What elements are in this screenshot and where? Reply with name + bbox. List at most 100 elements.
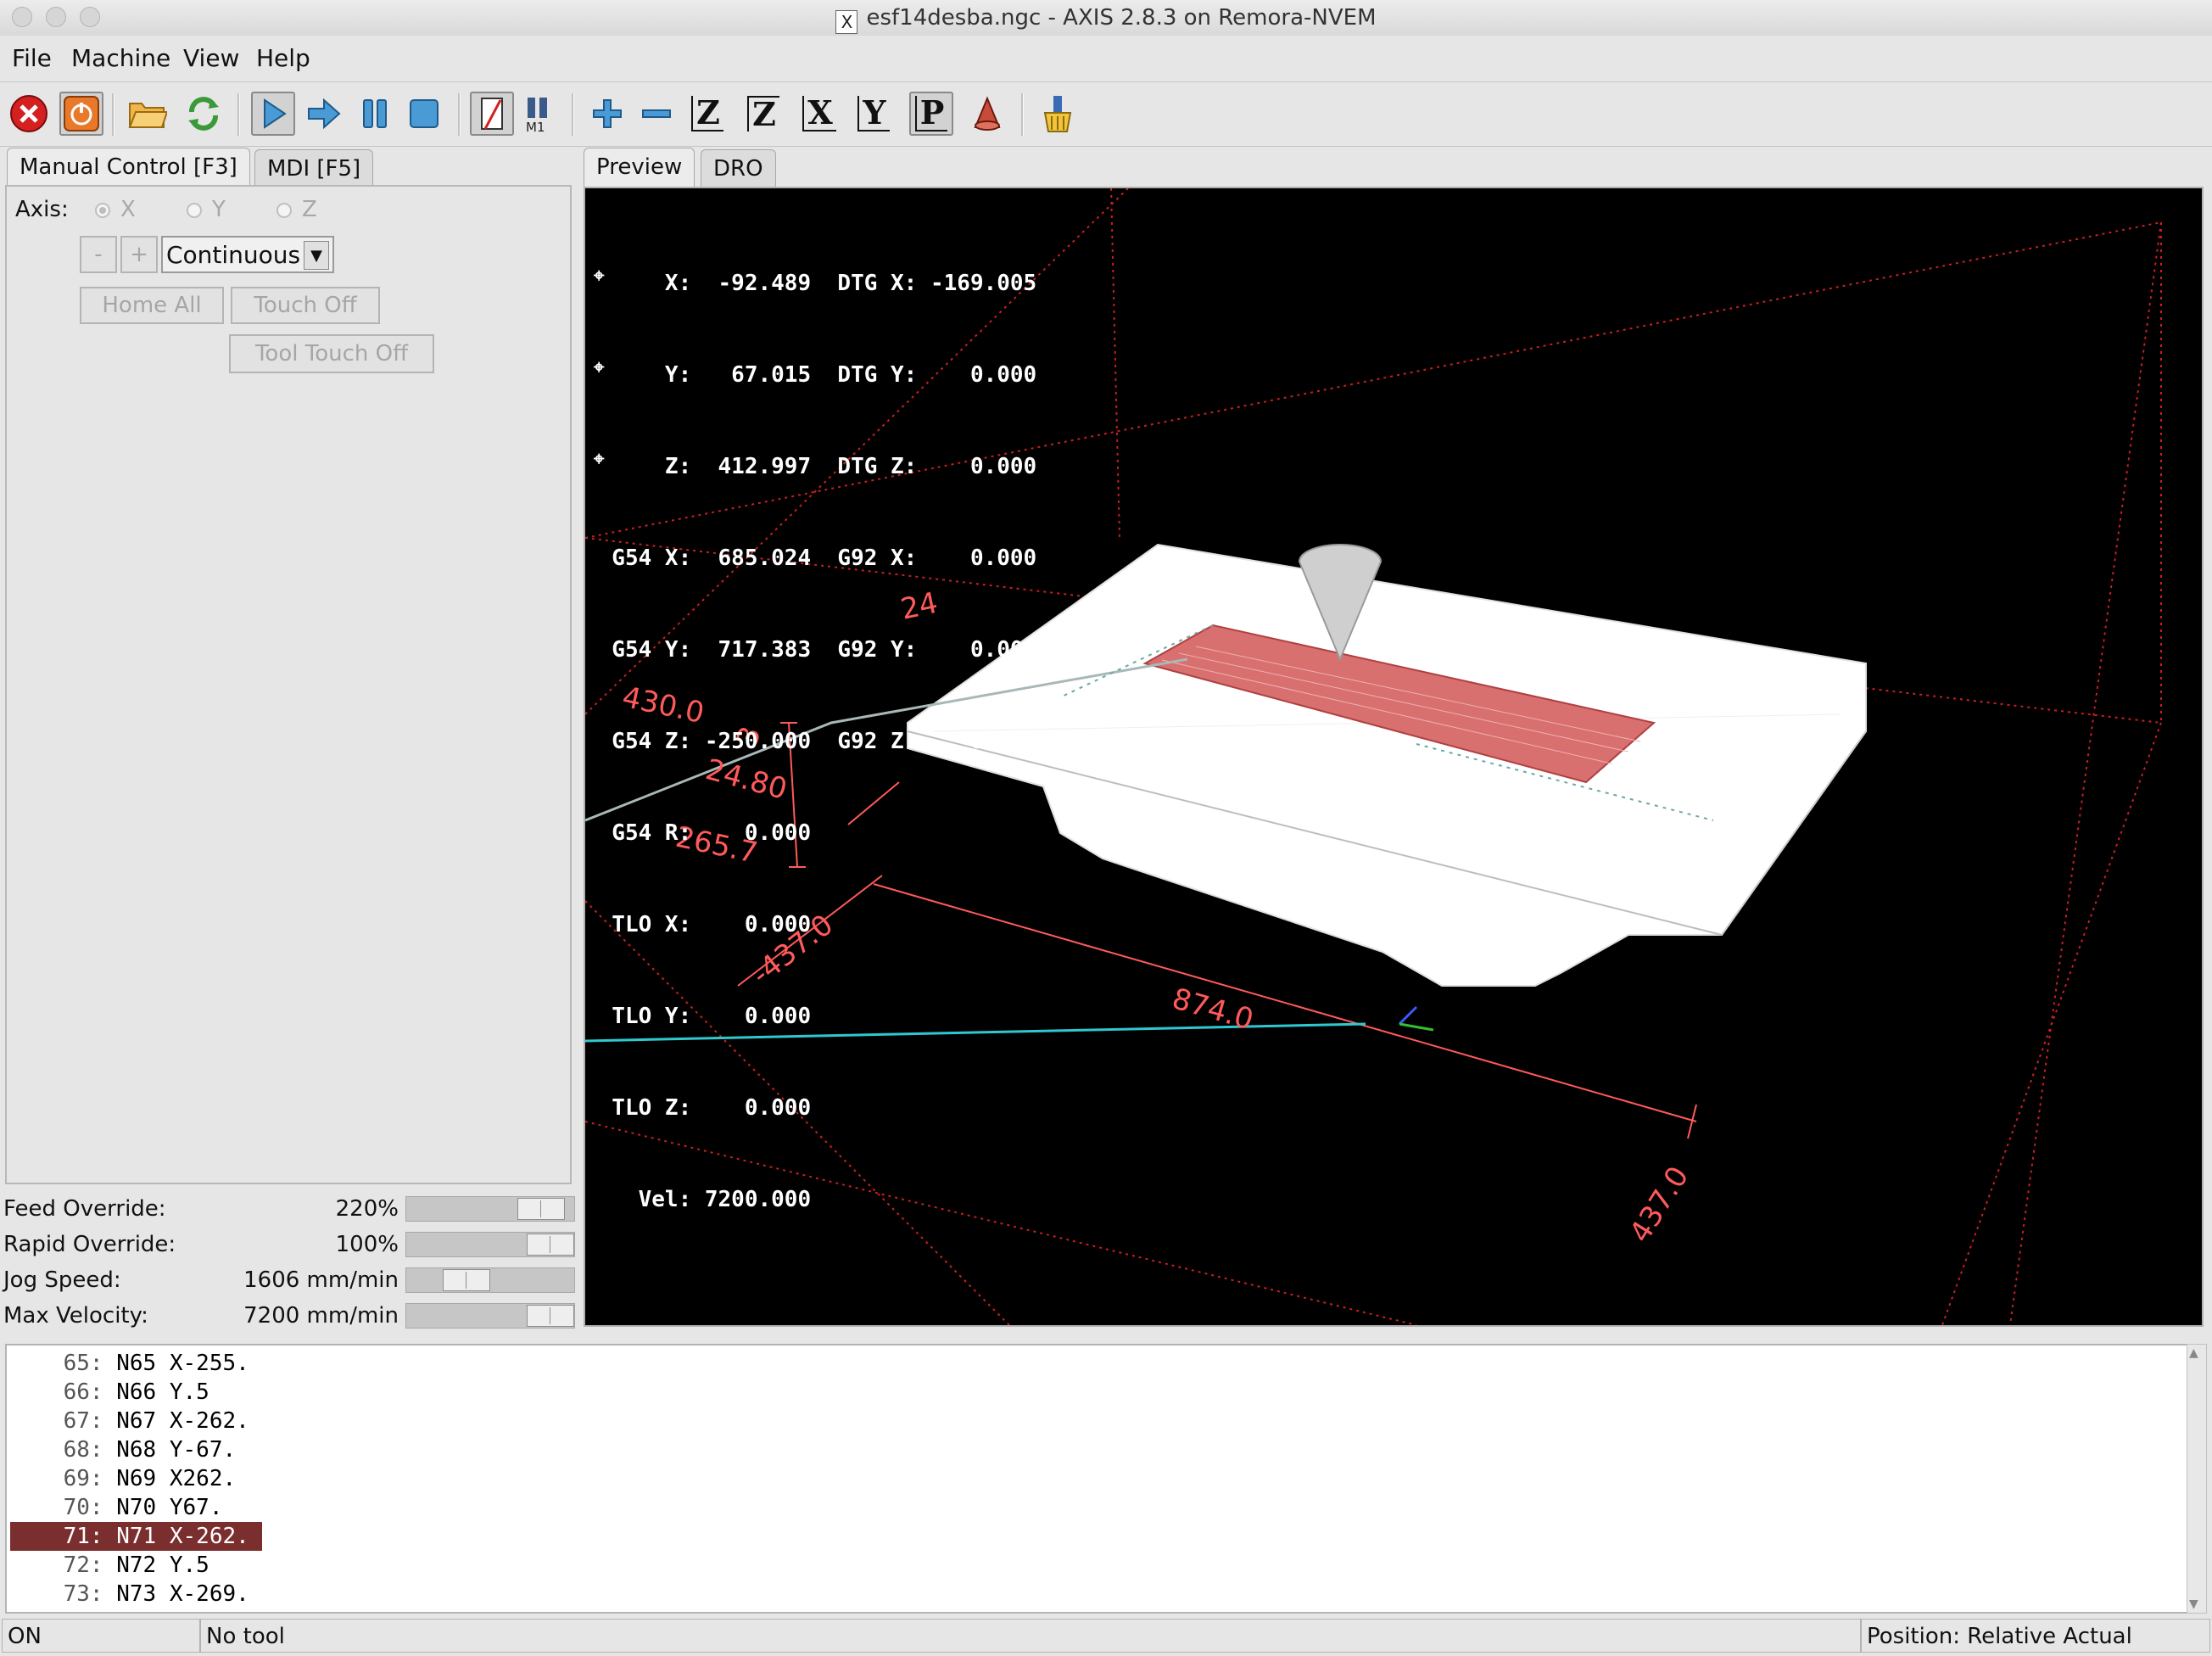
gcode-scrollbar[interactable]: ▲ ▼ — [2187, 1344, 2207, 1614]
dro-line: TLO Z: 0.000 — [585, 1095, 812, 1121]
view-y-icon: Y — [857, 96, 890, 131]
gcode-line[interactable]: 65: N65 X-255. — [10, 1349, 262, 1378]
reload-button[interactable] — [182, 92, 226, 136]
dro-line: G54 X: 685.024 G92 X: 0.000 — [585, 545, 1037, 571]
svg-text:M1: M1 — [526, 120, 545, 133]
jog-plus-button[interactable]: + — [120, 236, 158, 273]
scroll-down-icon[interactable]: ▼ — [2189, 1597, 2198, 1611]
dro-line: TLO Y: 0.000 — [585, 1004, 812, 1029]
optional-stop-button[interactable]: M1 — [517, 92, 561, 136]
machine-power-button[interactable] — [59, 92, 103, 136]
view-x-button[interactable]: X — [797, 92, 841, 136]
x11-icon: X — [835, 10, 858, 34]
gcode-line[interactable]: 68: N68 Y-67. — [10, 1435, 249, 1464]
gcode-line[interactable]: 69: N69 X262. — [10, 1464, 249, 1493]
estop-button[interactable] — [7, 92, 51, 136]
gcode-line[interactable]: 70: N70 Y67. — [10, 1493, 236, 1522]
axis-label: Axis: — [15, 197, 69, 222]
jog-speed-value: 1606 mm/min — [243, 1267, 399, 1293]
dro-line: X: -92.489 DTG X: -169.005 — [585, 271, 1037, 296]
menu-file[interactable]: File — [12, 44, 52, 72]
stock-body — [907, 543, 1867, 987]
tab-dro[interactable]: DRO — [701, 149, 776, 187]
tool-touch-off-button[interactable]: Tool Touch Off — [229, 334, 434, 373]
run-button[interactable] — [251, 92, 295, 136]
open-file-button[interactable] — [126, 92, 170, 136]
zoom-in-button[interactable] — [585, 92, 629, 136]
tool-status: No tool — [200, 1619, 1861, 1653]
gcode-line-number: 66: — [63, 1379, 103, 1405]
reload-icon — [188, 97, 219, 131]
jog-increment-select[interactable]: Continuous ▼ — [161, 236, 334, 273]
rapid-override-value: 100% — [335, 1232, 399, 1257]
gcode-line[interactable]: 72: N72 Y.5 — [10, 1551, 222, 1580]
block-delete-icon — [481, 98, 503, 130]
pause-icon — [363, 99, 387, 128]
view-p-button[interactable]: P — [909, 92, 953, 136]
clear-backplot-button[interactable] — [1035, 92, 1079, 136]
gcode-line[interactable]: 73: N73 X-269. — [10, 1580, 262, 1608]
crosshair-icon: ⌖ — [594, 357, 605, 378]
radio-dot-icon — [187, 203, 202, 218]
step-icon — [308, 98, 341, 130]
jog-minus-button[interactable]: - — [80, 236, 117, 273]
slider-thumb[interactable] — [517, 1198, 565, 1220]
machine-power-icon — [64, 96, 99, 131]
dro-line: G54 Z: -250.000 G92 Z: 0.000 — [585, 729, 1037, 754]
preview-canvas[interactable]: 430.0 3 24 24.80 265.7 -437.0 874.0 437.… — [584, 187, 2204, 1327]
gcode-line-current[interactable]: 71: N71 X-262. — [10, 1522, 263, 1551]
feed-override-slider[interactable] — [405, 1196, 575, 1222]
axis-radio-y[interactable]: Y — [187, 197, 226, 222]
zoom-in-icon — [593, 99, 622, 128]
gcode-line-number: 70: — [63, 1495, 103, 1520]
tab-mdi[interactable]: MDI [F5] — [254, 149, 374, 187]
step-button[interactable] — [302, 92, 346, 136]
menu-machine[interactable]: Machine — [71, 44, 170, 72]
view-y-button[interactable]: Y — [852, 92, 896, 136]
rapid-override-slider[interactable] — [405, 1232, 575, 1257]
crosshair-icon: ⌖ — [594, 266, 605, 287]
home-all-button[interactable]: Home All — [80, 287, 224, 324]
slider-thumb[interactable] — [527, 1305, 574, 1327]
radio-dot-icon — [276, 203, 292, 218]
pause-button[interactable] — [353, 92, 397, 136]
gcode-line-text: N70 Y67. — [116, 1495, 223, 1520]
tab-preview[interactable]: Preview — [584, 148, 695, 187]
gcode-line-text: N65 X-255. — [116, 1351, 249, 1376]
tab-manual-control[interactable]: Manual Control [F3] — [7, 148, 250, 187]
view-z2-button[interactable]: Z — [741, 92, 785, 136]
axis-radio-z[interactable]: Z — [276, 197, 317, 222]
gcode-line-number: 72: — [63, 1552, 103, 1578]
gcode-line-number: 68: — [63, 1437, 103, 1463]
window-title: Xesf14desba.ngc - AXIS 2.8.3 on Remora-N… — [0, 0, 2212, 36]
dimension-label-437: 437.0 — [1623, 1161, 1696, 1249]
touch-off-button[interactable]: Touch Off — [231, 287, 380, 324]
gcode-line[interactable]: 67: N67 X-262. — [10, 1407, 262, 1435]
axis-radio-x[interactable]: X — [95, 197, 136, 222]
gcode-line-number: 69: — [63, 1466, 103, 1491]
gcode-line-text: N71 X-262. — [116, 1524, 249, 1549]
gcode-line[interactable]: 66: N66 Y.5 — [10, 1378, 222, 1407]
stop-button[interactable] — [402, 92, 446, 136]
feed-override-value: 220% — [335, 1196, 399, 1222]
gcode-line-number: 67: — [63, 1408, 103, 1434]
menu-view[interactable]: View — [183, 44, 239, 72]
scroll-up-icon[interactable]: ▲ — [2189, 1346, 2198, 1360]
menu-help[interactable]: Help — [256, 44, 310, 72]
feed-override-row: Feed Override: 220% — [3, 1193, 575, 1227]
gcode-listing[interactable]: 65: N65 X-255. 66: N66 Y.5 67: N67 X-262… — [5, 1344, 2188, 1614]
window-title-text: esf14desba.ngc - AXIS 2.8.3 on Remora-NV… — [866, 5, 1377, 31]
max-velocity-slider[interactable] — [405, 1303, 575, 1329]
slider-thumb[interactable] — [443, 1269, 490, 1291]
view-z-button[interactable]: Z — [685, 92, 729, 136]
origin-axes — [1398, 1005, 1434, 1032]
zoom-out-button[interactable] — [634, 92, 679, 136]
jog-increment-value: Continuous — [166, 241, 301, 269]
gcode-line-text: N67 X-262. — [116, 1408, 249, 1434]
jog-speed-slider[interactable] — [405, 1267, 575, 1293]
position-mode: Position: Relative Actual — [1861, 1619, 2210, 1653]
dro-line: G54 Y: 717.383 G92 Y: 0.000 — [585, 637, 1037, 663]
block-delete-button[interactable] — [470, 92, 514, 136]
slider-thumb[interactable] — [527, 1234, 574, 1256]
rotate-view-button[interactable] — [965, 92, 1009, 136]
